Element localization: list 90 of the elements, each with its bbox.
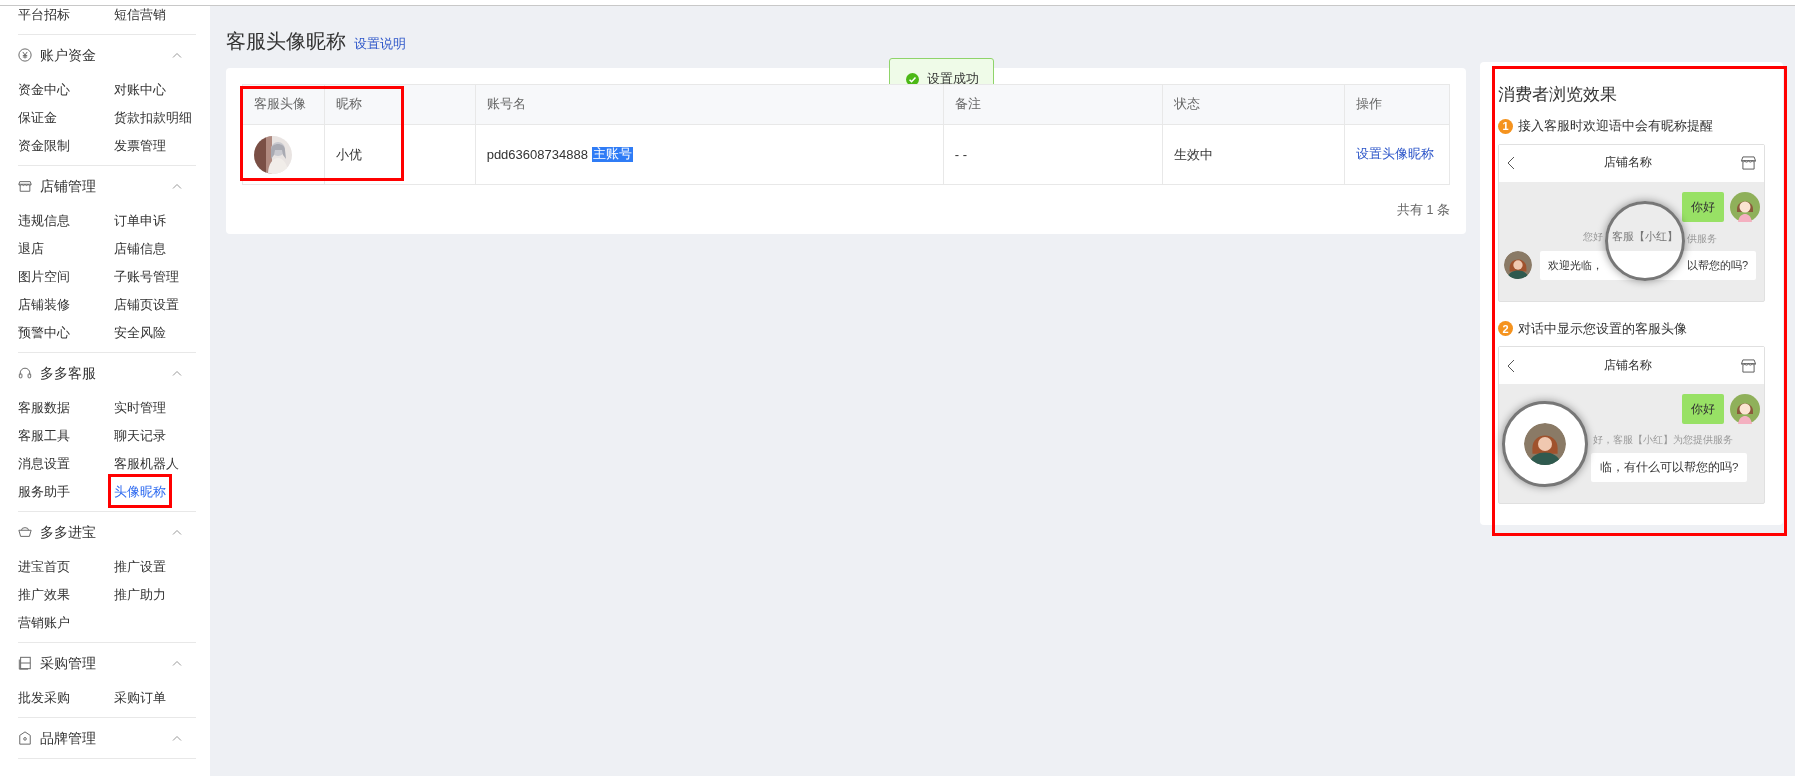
sidebar-item[interactable]: 店铺装修 [18,298,70,312]
total-count: 共有 1 条 [1397,202,1450,219]
sidebar-item[interactable]: 批发采购 [18,691,70,705]
sidebar-item[interactable]: 平台招标 [18,8,70,22]
sidebar-item[interactable]: 订单申诉 [114,214,166,228]
sidebar-item[interactable]: 客服机器人 [114,457,179,471]
sidebar-item[interactable]: 保证金 [18,111,57,125]
agent-reply: 欢迎光临， 以帮您的吗? [1540,250,1757,280]
shop-name: 店铺名称 [1603,155,1653,171]
sidebar-item[interactable]: 头像昵称 [114,485,166,499]
sidebar-section-title[interactable]: 店铺管理 [40,175,164,197]
back-icon[interactable] [1507,156,1515,170]
chevron-up-icon[interactable] [172,735,182,741]
step-number: 1 [1498,118,1513,134]
sidebar-item[interactable]: 对账中心 [114,83,166,97]
preview-title: 消费者浏览效果 [1498,84,1618,105]
sidebar-item[interactable]: 采购订单 [114,691,166,705]
sidebar-item[interactable]: 违规信息 [18,214,70,228]
service-notice: 供服务 [1687,232,1717,244]
sidebar-item[interactable]: 推广设置 [114,560,166,574]
chevron-up-icon[interactable] [172,660,182,666]
table-cell-text: 生效中 [1174,145,1214,164]
customer-message: 你好 [1682,394,1724,425]
column-header: 账号名 [486,96,526,114]
sidebar-item[interactable]: 聊天记录 [114,429,166,443]
sidebar-item[interactable]: 预警中心 [18,326,70,340]
toast-message: 设置成功 [927,70,979,89]
table-cell-text: 小优 [335,145,362,164]
chevron-up-icon[interactable] [172,183,182,189]
column-header: 状态 [1174,96,1201,114]
sidebar-item[interactable]: 图片空间 [18,270,70,284]
agent-reply: 临，有什么可以帮您的吗? [1591,453,1748,483]
sidebar-item[interactable]: 店铺信息 [114,242,166,256]
headset-icon [18,366,32,380]
sidebar-item[interactable]: 进宝首页 [18,560,70,574]
sidebar-section-title[interactable]: 品牌管理 [40,727,164,749]
step-caption: 接入客服时欢迎语中会有昵称提醒 [1518,117,1713,135]
customer-message: 你好 [1682,191,1724,222]
shop-icon [18,179,32,193]
sidebar-item[interactable]: 客服数据 [18,401,70,415]
sidebar-item[interactable]: 营销账户 [18,616,70,630]
step-caption: 对话中显示您设置的客服头像 [1518,320,1687,338]
column-header: 备注 [954,96,981,114]
table-cell-text: - - [954,145,968,164]
sidebar-item[interactable]: 退店 [18,242,44,256]
service-notice: 好，客服【小红】为您提供服务 [1593,432,1733,447]
sidebar-section-title[interactable]: 多多客服 [40,362,164,384]
column-header: 昵称 [335,96,362,114]
sidebar-item[interactable]: 店铺页设置 [114,298,179,312]
shop-icon[interactable] [1741,156,1756,170]
sidebar-item[interactable]: 发票管理 [114,139,166,153]
service-notice: 您好 [1583,230,1603,244]
chevron-up-icon[interactable] [172,52,182,58]
document-icon [18,656,32,670]
ingot-icon [18,525,32,539]
yen-icon [18,48,32,62]
service-notice: 客服【小红】 [1612,229,1678,245]
agent-avatar-icon [1504,251,1532,279]
back-icon[interactable] [1507,358,1515,373]
sidebar-item[interactable]: 实时管理 [114,401,166,415]
help-link[interactable]: 设置说明 [354,35,406,54]
user-avatar-icon [1730,191,1760,222]
user-avatar-icon [1730,394,1760,425]
page-title: 客服头像昵称 [226,29,346,54]
table-cell-text: pdd63608734888 [486,145,588,164]
sidebar-item[interactable]: 推广效果 [18,588,70,602]
sidebar-item[interactable]: 货款扣款明细 [114,111,192,125]
sidebar-item[interactable]: 短信营销 [114,8,166,22]
sidebar-item[interactable]: 客服工具 [18,429,70,443]
set-avatar-nickname-link[interactable]: 设置头像昵称 [1356,145,1435,164]
sidebar-section-title[interactable]: 账户资金 [40,44,164,66]
shield-icon [18,731,32,745]
sidebar-item[interactable]: 服务助手 [18,485,70,499]
sidebar-section-title[interactable]: 多多进宝 [40,521,164,543]
sidebar-item[interactable]: 资金中心 [18,83,70,97]
account-tag: 主账号 [591,147,633,162]
agent-avatar-icon [1524,423,1566,466]
chevron-up-icon[interactable] [172,370,182,376]
step-number: 2 [1498,321,1513,337]
shop-name: 店铺名称 [1603,358,1653,374]
sidebar-item[interactable]: 推广助力 [114,588,166,602]
chevron-up-icon[interactable] [172,529,182,535]
column-header: 操作 [1356,96,1383,114]
sidebar-item[interactable]: 资金限制 [18,139,70,153]
shop-icon[interactable] [1741,358,1756,373]
sidebar-section-title[interactable]: 采购管理 [40,652,164,674]
column-header: 客服头像 [254,96,306,114]
sidebar-item[interactable]: 子账号管理 [114,270,179,284]
sidebar-item[interactable]: 安全风险 [114,326,166,340]
sidebar-item[interactable]: 消息设置 [18,457,70,471]
